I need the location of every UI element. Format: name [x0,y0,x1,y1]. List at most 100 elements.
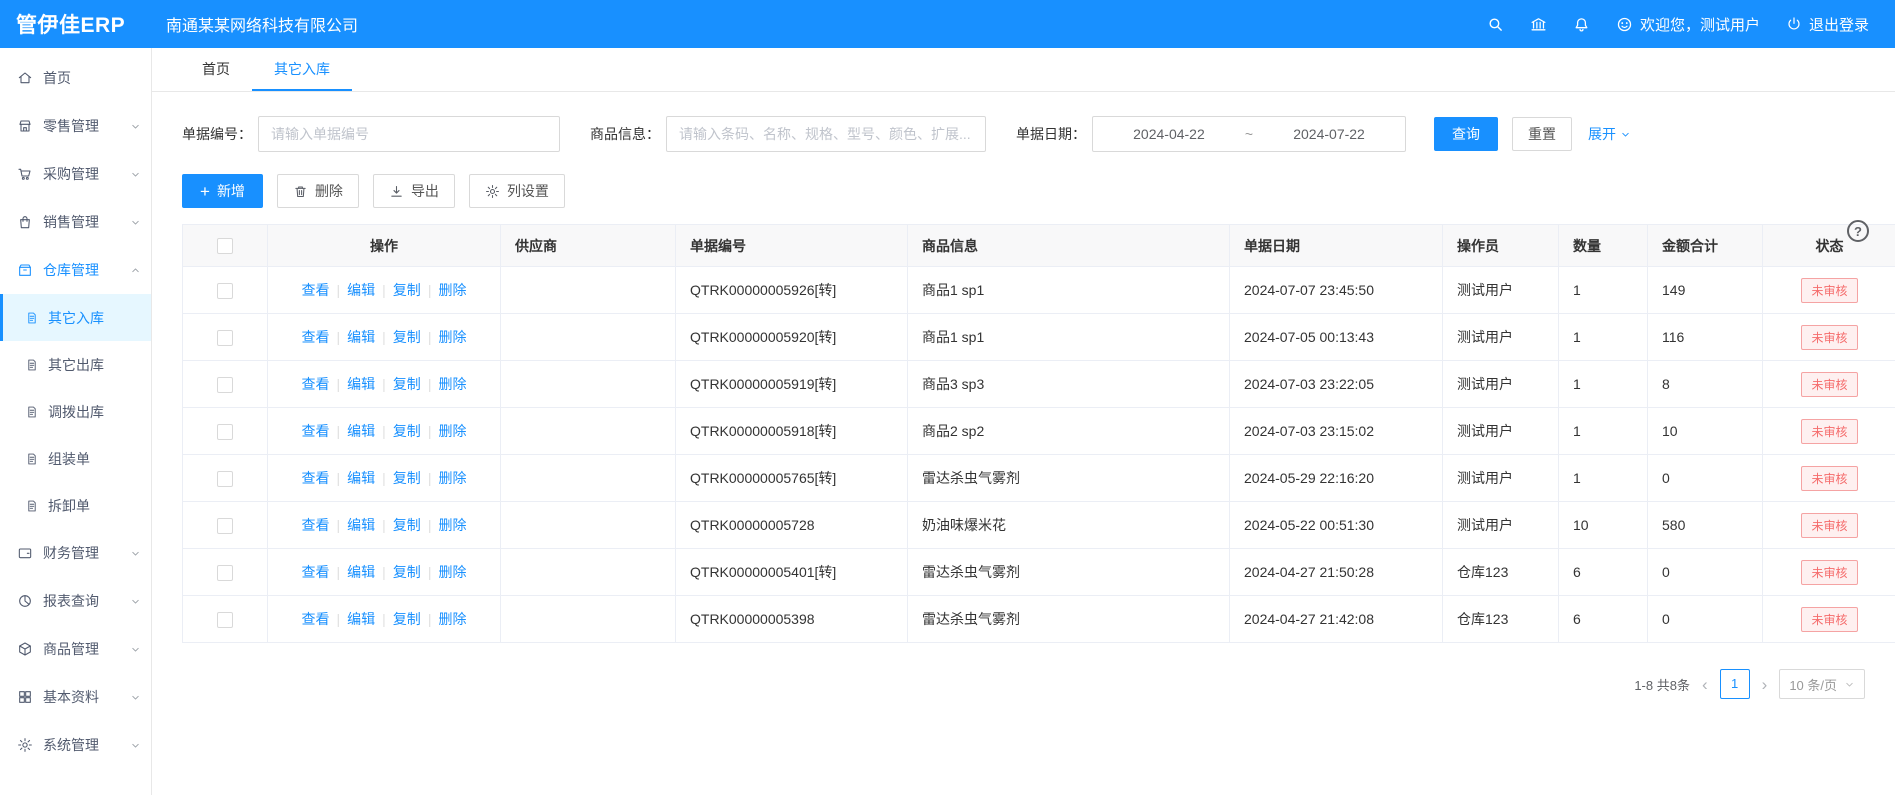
chevron-down-icon [130,169,141,180]
sidebar-item-reports[interactable]: 报表查询 [0,577,151,625]
export-button[interactable]: 导出 [373,174,455,208]
row-checkbox[interactable] [217,377,233,393]
view-link[interactable]: 查看 [302,329,348,345]
tab-home[interactable]: 首页 [180,48,252,91]
copy-link[interactable]: 复制 [393,376,439,392]
row-checkbox[interactable] [217,424,233,440]
sidebar-item-sales[interactable]: 销售管理 [0,198,151,246]
edit-link[interactable]: 编辑 [347,470,393,486]
row-checkbox[interactable] [217,612,233,628]
chevron-down-icon [130,740,141,751]
column-settings-button[interactable]: 列设置 [469,174,565,208]
expand-toggle[interactable]: 展开 [1588,124,1631,144]
page-tabs: 首页 其它入库 [152,48,1895,92]
sidebar-item-label: 商品管理 [43,639,99,659]
sidebar-item-finance[interactable]: 财务管理 [0,529,151,577]
prev-page-button[interactable]: ‹ [1702,676,1708,693]
sidebar-item-other-inbound[interactable]: 其它入库 [0,294,151,341]
view-link[interactable]: 查看 [302,376,348,392]
page-size-value: 10 条/页 [1789,675,1837,694]
sidebar-item-warehouse[interactable]: 仓库管理 [0,246,151,294]
sidebar-item-retail[interactable]: 零售管理 [0,102,151,150]
sidebar-item-transfer-outbound[interactable]: 调拨出库 [0,388,151,435]
delete-link[interactable]: 删除 [438,329,466,345]
reset-button[interactable]: 重置 [1512,117,1572,151]
view-link[interactable]: 查看 [302,423,348,439]
product-info-input[interactable] [666,116,986,152]
sidebar-item-goods[interactable]: 商品管理 [0,625,151,673]
add-button[interactable]: + 新增 [182,174,263,208]
edit-link[interactable]: 编辑 [347,517,393,533]
delete-link[interactable]: 删除 [438,564,466,580]
view-link[interactable]: 查看 [302,470,348,486]
copy-link[interactable]: 复制 [393,611,439,627]
search-icon[interactable] [1487,16,1504,33]
page-size-select[interactable]: 10 条/页 [1779,669,1865,699]
cell-product: 奶油味爆米花 [908,502,1230,549]
row-checkbox[interactable] [217,330,233,346]
welcome-user[interactable]: 欢迎您，测试用户 [1616,14,1760,35]
search-button[interactable]: 查询 [1434,117,1498,151]
delete-link[interactable]: 删除 [438,423,466,439]
sidebar-item-basic-data[interactable]: 基本资料 [0,673,151,721]
copy-link[interactable]: 复制 [393,470,439,486]
cell-bill-no: QTRK00000005728 [676,502,908,549]
delete-link[interactable]: 删除 [438,611,466,627]
copy-link[interactable]: 复制 [393,517,439,533]
bill-no-input[interactable] [258,116,560,152]
row-checkbox[interactable] [217,283,233,299]
copy-link[interactable]: 复制 [393,282,439,298]
copy-link[interactable]: 复制 [393,423,439,439]
chevron-down-icon [1844,679,1855,690]
help-icon[interactable]: ? [1847,220,1869,242]
date-start-value[interactable]: 2024-04-22 [1133,126,1205,142]
copy-link[interactable]: 复制 [393,329,439,345]
sidebar-item-disassembly[interactable]: 拆卸单 [0,482,151,529]
sidebar-item-label: 拆卸单 [48,496,90,516]
sidebar-item-assembly[interactable]: 组装单 [0,435,151,482]
edit-link[interactable]: 编辑 [347,423,393,439]
row-checkbox[interactable] [217,471,233,487]
wallet-icon [17,545,33,561]
delete-link[interactable]: 删除 [438,470,466,486]
copy-link[interactable]: 复制 [393,564,439,580]
edit-link[interactable]: 编辑 [347,329,393,345]
row-checkbox[interactable] [217,565,233,581]
cell-product: 雷达杀虫气雾剂 [908,596,1230,643]
edit-link[interactable]: 编辑 [347,282,393,298]
logout-button[interactable]: 退出登录 [1786,14,1869,35]
notification-bell-icon[interactable] [1573,16,1590,33]
table-row: 查看编辑复制删除 QTRK00000005920[转] 商品1 sp1 2024… [183,314,1895,361]
date-end-value[interactable]: 2024-07-22 [1293,126,1365,142]
cell-qty: 1 [1559,408,1648,455]
view-link[interactable]: 查看 [302,611,348,627]
date-range-picker[interactable]: 2024-04-22 ~ 2024-07-22 [1092,116,1406,152]
edit-link[interactable]: 编辑 [347,611,393,627]
edit-link[interactable]: 编辑 [347,376,393,392]
delete-link[interactable]: 删除 [438,517,466,533]
table-row: 查看编辑复制删除 QTRK00000005926[转] 商品1 sp1 2024… [183,267,1895,314]
view-link[interactable]: 查看 [302,282,348,298]
row-checkbox[interactable] [217,518,233,534]
app-logo[interactable]: 管伊佳ERP [0,9,152,39]
view-link[interactable]: 查看 [302,564,348,580]
page-number-1[interactable]: 1 [1720,669,1750,699]
next-page-button[interactable]: › [1762,676,1768,693]
cell-product: 商品1 sp1 [908,314,1230,361]
edit-link[interactable]: 编辑 [347,564,393,580]
table-row: 查看编辑复制删除 QTRK00000005398 雷达杀虫气雾剂 2024-04… [183,596,1895,643]
select-all-checkbox[interactable] [217,238,233,254]
sidebar-item-system[interactable]: 系统管理 [0,721,151,769]
view-link[interactable]: 查看 [302,517,348,533]
sidebar-item-purchase[interactable]: 采购管理 [0,150,151,198]
sidebar-item-other-outbound[interactable]: 其它出库 [0,341,151,388]
delete-link[interactable]: 删除 [438,376,466,392]
delete-link[interactable]: 删除 [438,282,466,298]
smiley-face-icon [1616,16,1633,33]
delete-label: 删除 [315,181,343,201]
cell-operator: 测试用户 [1443,502,1559,549]
sidebar-item-home[interactable]: 首页 [0,54,151,102]
bank-icon[interactable] [1530,16,1547,33]
tab-other-inbound[interactable]: 其它入库 [252,48,352,91]
delete-button[interactable]: 删除 [277,174,359,208]
